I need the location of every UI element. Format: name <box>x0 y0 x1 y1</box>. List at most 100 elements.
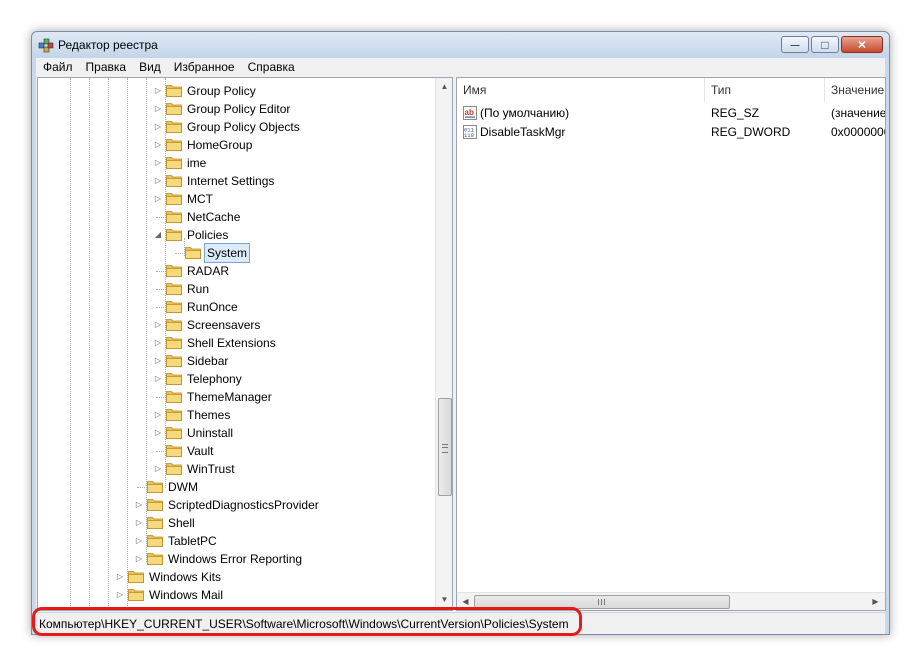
value-name: (По умолчанию) <box>480 106 570 120</box>
title-bar[interactable]: Редактор реестра — □ ✕ <box>32 32 889 58</box>
minimize-button[interactable]: — <box>781 36 809 53</box>
expand-arrow-icon[interactable]: ▷ <box>152 190 164 208</box>
string-value-icon: ab <box>463 106 477 120</box>
tree-node-label: Group Policy <box>187 84 256 98</box>
folder-icon <box>166 193 182 205</box>
collapse-arrow-icon[interactable]: ◢ <box>152 226 164 244</box>
tree-vertical-scrollbar[interactable]: ▲ ▼ <box>435 78 452 610</box>
tree-node-label: Run <box>187 282 210 296</box>
folder-icon <box>185 247 201 259</box>
tree-node-label: Group Policy Objects <box>187 120 300 134</box>
tree-connector <box>156 208 166 218</box>
tree-node-label: Sidebar <box>187 354 229 368</box>
column-header-value[interactable]: Значение <box>825 78 885 102</box>
regedit-app-icon <box>38 38 54 53</box>
tree-connector <box>156 262 166 272</box>
expand-arrow-icon[interactable]: ▷ <box>114 568 126 586</box>
expand-arrow-icon[interactable]: ▷ <box>152 154 164 172</box>
expand-arrow-icon[interactable]: ▷ <box>152 172 164 190</box>
registry-key-tree[interactable]: ▷ Group Policy ▷ Group Policy Editor ▷ Group … <box>37 77 453 611</box>
tree-guide-line <box>70 78 71 610</box>
tree-node-label: HomeGroup <box>187 138 253 152</box>
folder-icon <box>128 571 144 583</box>
tree-node-label-selected: System <box>204 243 251 263</box>
minimize-icon: — <box>790 39 800 50</box>
expand-arrow-icon[interactable]: ▷ <box>133 550 145 568</box>
tree-node-label: Windows Mail <box>149 588 224 602</box>
expand-arrow-icon[interactable]: ▷ <box>152 406 164 424</box>
tree-node-label: Uninstall <box>187 426 234 440</box>
expand-arrow-icon[interactable]: ▷ <box>114 586 126 604</box>
folder-icon <box>166 283 182 295</box>
value-data: (значение <box>831 106 886 120</box>
maximize-button[interactable]: □ <box>811 36 839 53</box>
tree-node-label: Vault <box>187 444 214 458</box>
expand-arrow-icon[interactable]: ▷ <box>152 424 164 442</box>
expand-arrow-icon[interactable]: ▷ <box>152 460 164 478</box>
expand-arrow-icon[interactable]: ▷ <box>152 136 164 154</box>
folder-icon <box>166 427 182 439</box>
tree-guide-line <box>127 78 128 610</box>
tree-node-label: Shell Extensions <box>187 336 276 350</box>
close-button[interactable]: ✕ <box>841 36 883 53</box>
svg-text:110: 110 <box>464 132 474 139</box>
expand-arrow-icon[interactable]: ▷ <box>152 118 164 136</box>
expand-arrow-icon[interactable]: ▷ <box>152 334 164 352</box>
tree-scroll-down-button[interactable]: ▼ <box>436 591 452 608</box>
menu-help[interactable]: Справка <box>241 58 301 74</box>
values-list[interactable]: Имя Тип Значение ab (По умолчанию) REG_S… <box>456 77 886 611</box>
folder-icon <box>147 499 163 511</box>
column-header-name[interactable]: Имя <box>457 78 705 102</box>
expand-arrow-icon[interactable]: ▷ <box>152 352 164 370</box>
folder-icon <box>166 355 182 367</box>
expand-arrow-icon[interactable]: ▷ <box>152 100 164 118</box>
tree-node-label: Group Policy Editor <box>187 102 291 116</box>
menu-edit[interactable]: Правка <box>79 58 133 74</box>
expand-arrow-icon[interactable]: ▷ <box>152 316 164 334</box>
scroll-grip-icon <box>598 599 599 605</box>
tree-connector <box>175 244 185 254</box>
tree-scroll-thumb[interactable] <box>438 398 452 496</box>
folder-icon <box>166 391 182 403</box>
tree-node-label: Windows Error Reporting <box>168 552 303 566</box>
tree-connector <box>156 298 166 308</box>
column-header-type[interactable]: Тип <box>705 78 825 102</box>
folder-icon <box>147 553 163 565</box>
tree-node-label: TabletPC <box>168 534 217 548</box>
expand-arrow-icon[interactable]: ▷ <box>133 496 145 514</box>
tree-guide-line <box>89 78 90 610</box>
close-icon: ✕ <box>857 39 867 51</box>
folder-icon <box>166 157 182 169</box>
folder-icon <box>147 517 163 529</box>
tree-node-label: ThemeManager <box>187 390 272 404</box>
expand-arrow-icon[interactable]: ▷ <box>152 82 164 100</box>
menu-view[interactable]: Вид <box>132 58 167 74</box>
value-row[interactable]: ab (По умолчанию) REG_SZ (значение <box>457 104 885 123</box>
tree-scroll-up-button[interactable]: ▲ <box>436 78 452 95</box>
value-name: DisableTaskMgr <box>480 125 566 139</box>
window-title: Редактор реестра <box>58 38 158 52</box>
tree-node-label: Screensavers <box>187 318 261 332</box>
tree-node-label: DWM <box>168 480 198 494</box>
expand-arrow-icon[interactable]: ▷ <box>152 370 164 388</box>
tree-connector <box>156 442 166 452</box>
list-scroll-right-button[interactable]: ▶ <box>867 593 884 610</box>
expand-arrow-icon[interactable]: ▷ <box>133 532 145 550</box>
svg-text:ab: ab <box>465 108 474 117</box>
menu-favorites[interactable]: Избранное <box>167 58 241 74</box>
scroll-grip-icon <box>442 444 448 453</box>
value-row[interactable]: 011 110 DisableTaskMgr REG_DWORD 0x00000… <box>457 123 885 142</box>
folder-icon <box>166 373 182 385</box>
tree-node-label: MCT <box>187 192 213 206</box>
folder-icon <box>166 211 182 223</box>
expand-arrow-icon[interactable]: ▷ <box>133 514 145 532</box>
tree-node-label: Policies <box>187 228 229 242</box>
maximize-icon: □ <box>821 37 829 52</box>
tree-node-label: Internet Settings <box>187 174 275 188</box>
tree-connector <box>137 478 147 488</box>
tree-node-label: RADAR <box>187 264 230 278</box>
path-highlight-frame <box>32 607 582 636</box>
folder-icon <box>166 409 182 421</box>
tree-node-label: ScriptedDiagnosticsProvider <box>168 498 319 512</box>
menu-file[interactable]: Файл <box>36 58 79 74</box>
